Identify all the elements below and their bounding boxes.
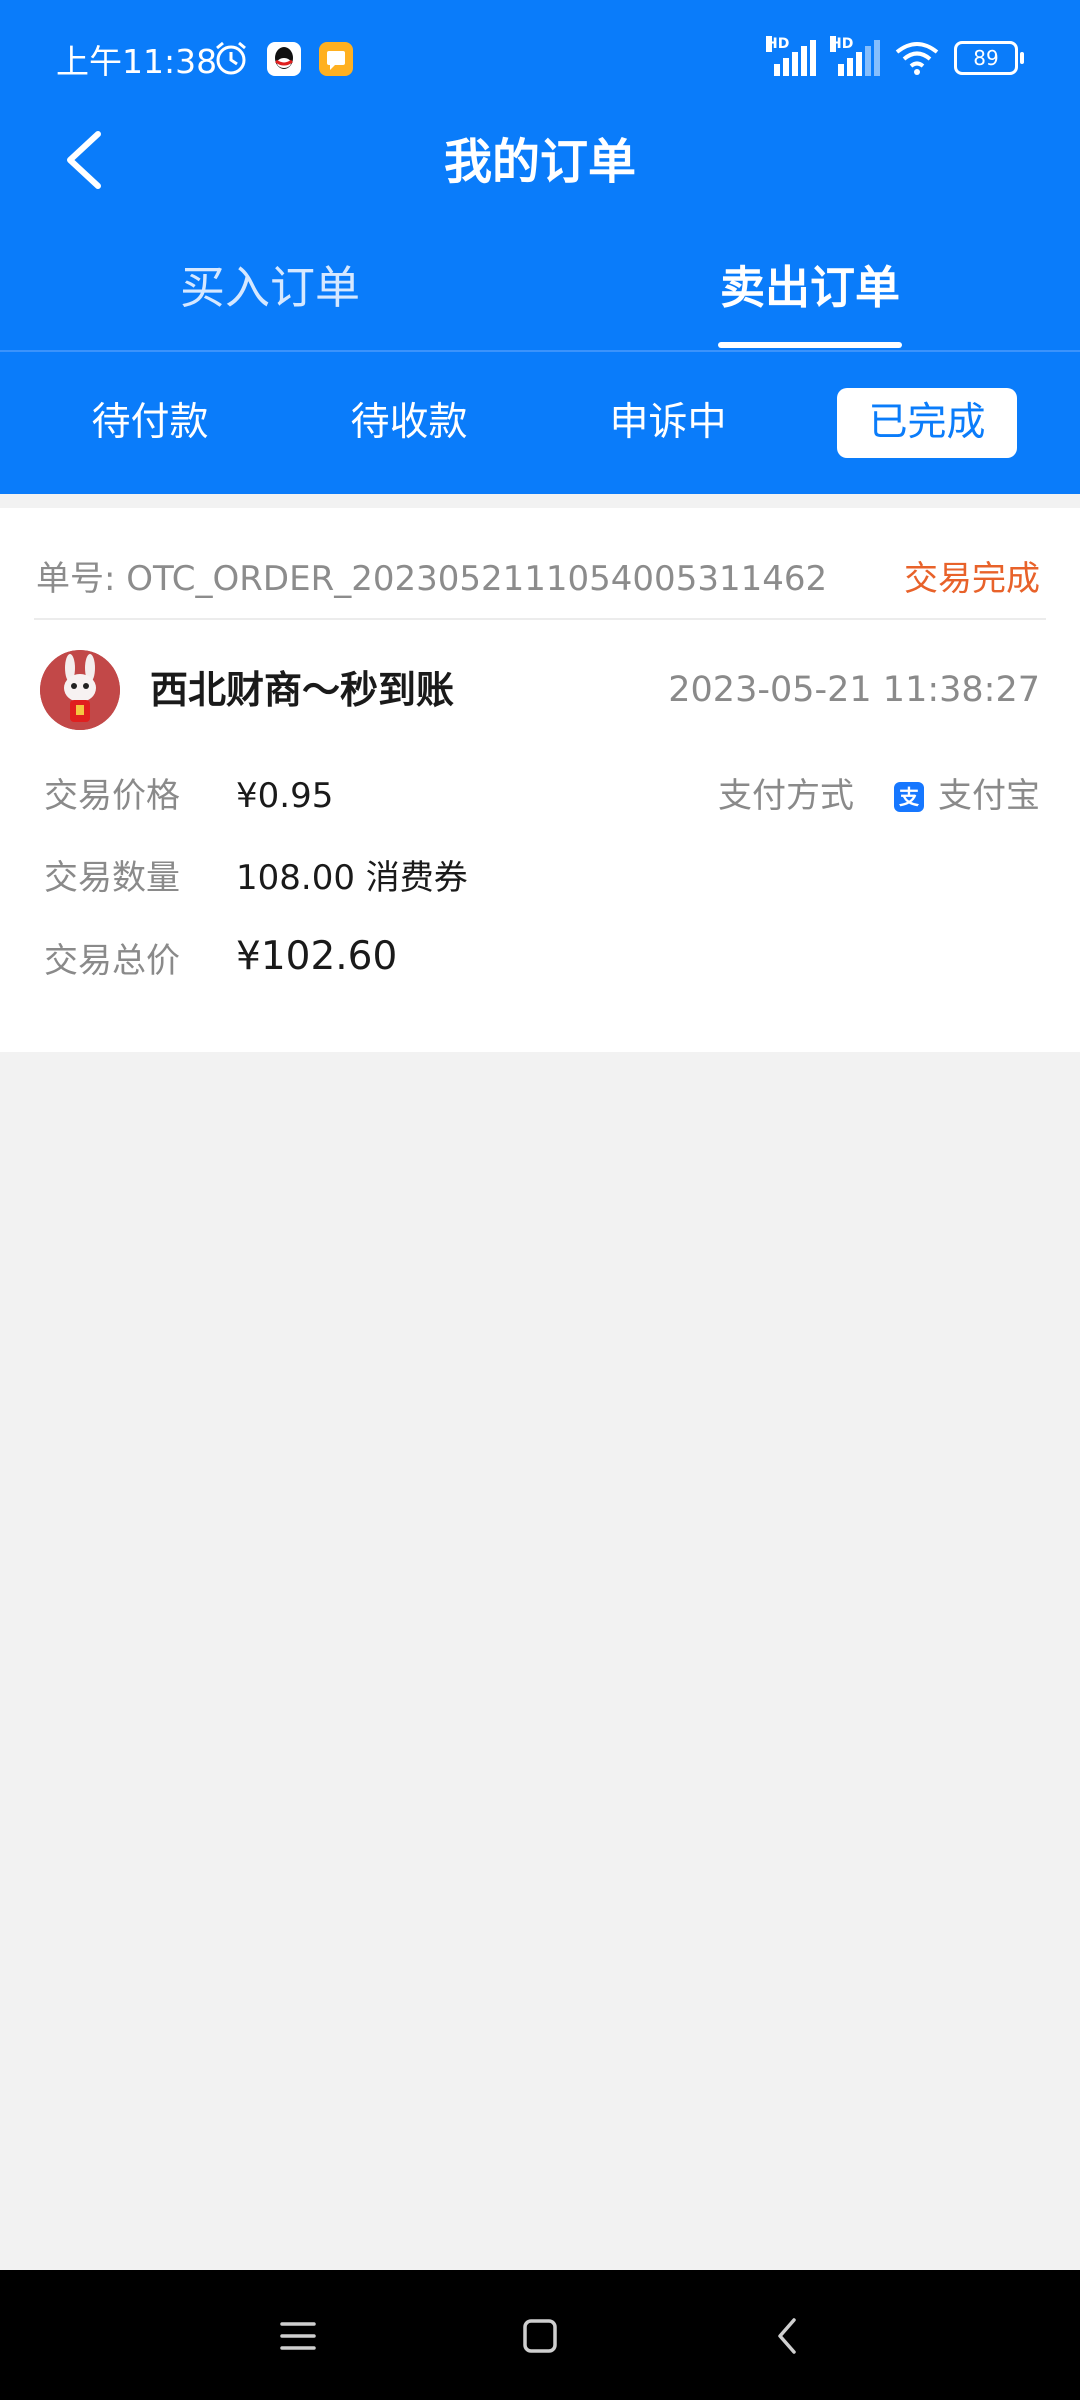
menu-icon[interactable] — [276, 2314, 320, 2358]
status-time: 上午11:38 — [56, 42, 218, 81]
subtab-completed[interactable]: 已完成 — [837, 388, 1017, 458]
total-value: ¥102.60 — [236, 934, 398, 979]
price-label: 交易价格 — [44, 776, 180, 816]
active-tab-indicator — [718, 342, 902, 348]
tab-buy-orders[interactable]: 买入订单 — [0, 258, 540, 318]
alipay-icon: 支 — [894, 782, 924, 812]
payment-method-value: 支付宝 — [938, 776, 1040, 816]
payment-method-label: 支付方式 — [718, 776, 854, 816]
wifi-icon — [895, 42, 939, 75]
hd-signal-icon: HD — [830, 36, 880, 76]
tab-sell-orders[interactable]: 卖出订单 — [540, 258, 1080, 318]
status-icons-right: HD HD 89 — [766, 36, 1024, 76]
alarm-icon — [216, 41, 246, 75]
subtab-pending-receipt[interactable]: 待收款 — [319, 388, 499, 458]
back-nav-icon[interactable] — [766, 2314, 810, 2358]
system-nav-bar — [0, 2270, 1080, 2400]
total-label: 交易总价 — [44, 941, 180, 981]
subtab-in-appeal[interactable]: 申诉中 — [578, 388, 758, 458]
header: 上午11:38 HD HD 89 我的订单 买入订单 卖出订单 待付款 待收款 … — [0, 0, 1080, 494]
home-icon[interactable] — [518, 2314, 562, 2358]
avatar — [40, 650, 120, 730]
price-value: ¥0.95 — [236, 776, 334, 816]
card-divider — [34, 618, 1046, 620]
hd-signal-icon: HD — [766, 36, 816, 76]
quantity-value: 108.00 消费券 — [236, 858, 468, 898]
tab-divider — [0, 350, 1080, 352]
page-title: 我的订单 — [443, 134, 636, 190]
quantity-label: 交易数量 — [44, 858, 180, 898]
rabbit-avatar-icon — [40, 650, 120, 730]
qq-icon — [267, 42, 301, 76]
order-status: 交易完成 — [904, 559, 1040, 599]
notification-app-icon — [319, 42, 353, 76]
order-time: 2023-05-21 11:38:27 — [668, 670, 1040, 710]
battery-icon: 89 — [954, 41, 1024, 75]
status-icons-left — [212, 40, 354, 78]
order-number: 单号: OTC_ORDER_20230521110540053114​62 — [36, 559, 828, 599]
order-card[interactable]: 单号: OTC_ORDER_20230521110540053114​62 交易… — [0, 508, 1080, 1052]
subtab-pending-payment[interactable]: 待付款 — [60, 388, 240, 458]
merchant-name: 西北财商～秒到账 — [150, 668, 455, 712]
